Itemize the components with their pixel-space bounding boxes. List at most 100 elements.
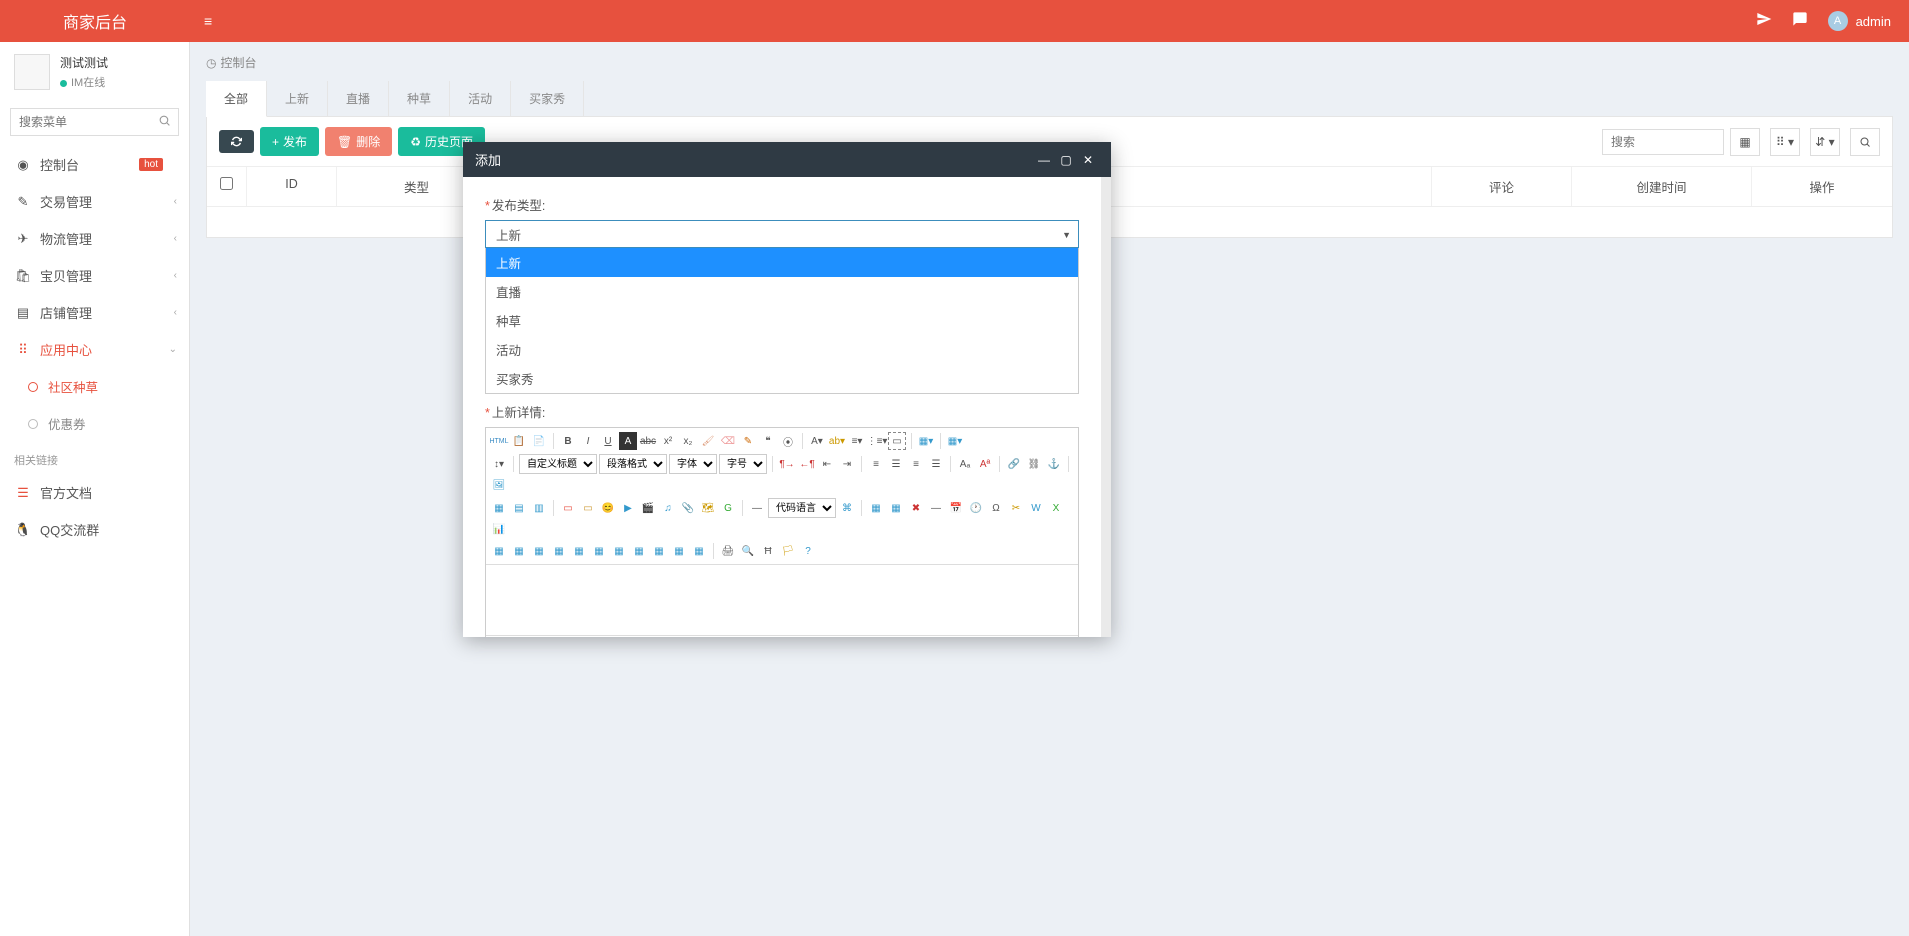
ed-unlink-icon[interactable]: ⛓	[1025, 455, 1043, 473]
tab-live[interactable]: 直播	[328, 81, 389, 116]
ed-center-icon[interactable]: ☰	[887, 455, 905, 473]
menu-coupon[interactable]: 优惠券	[0, 405, 189, 442]
ed-g5-icon[interactable]: ▭	[579, 499, 597, 517]
ed-word-icon[interactable]: W	[1027, 499, 1045, 517]
search-icon[interactable]	[158, 114, 171, 130]
ed-tb2-icon[interactable]: ▦	[510, 542, 528, 560]
ed-bold-icon[interactable]: B	[559, 432, 577, 450]
ed-aa2-icon[interactable]: Aª	[976, 455, 994, 473]
tab-grass[interactable]: 种草	[389, 81, 450, 116]
maximize-button[interactable]: ▢	[1055, 153, 1077, 167]
ed-tb10-icon[interactable]: ▦	[670, 542, 688, 560]
ed-omega-icon[interactable]: Ω	[987, 499, 1005, 517]
ed-fontsize-select[interactable]: 字号	[719, 454, 767, 474]
ed-font-select[interactable]: 字体	[669, 454, 717, 474]
menu-search-input[interactable]	[10, 108, 179, 136]
ed-paste-icon[interactable]: 📋	[510, 432, 528, 450]
select-display[interactable]: 上新	[485, 220, 1079, 248]
ed-help-icon[interactable]: 🏳	[779, 542, 797, 560]
ed-hr-icon[interactable]: —	[748, 499, 766, 517]
ed-anchor-icon[interactable]: ⚓	[1045, 455, 1063, 473]
ed-outdent-icon[interactable]: ⇤	[818, 455, 836, 473]
ed-right-icon[interactable]: ≡	[907, 455, 925, 473]
ed-super-icon[interactable]: x²	[659, 432, 677, 450]
ed-rtl-icon[interactable]: ←¶	[798, 455, 816, 473]
ed-preview-icon[interactable]: 🔍	[739, 542, 757, 560]
ed-img1-icon[interactable]: ▦▾	[917, 432, 935, 450]
delete-button[interactable]: 🗑删除	[325, 127, 392, 156]
ed-date-icon[interactable]: 📅	[947, 499, 965, 517]
ed-t1-icon[interactable]: ▦	[867, 499, 885, 517]
ed-tb9-icon[interactable]: ▦	[650, 542, 668, 560]
ed-tb6-icon[interactable]: ▦	[590, 542, 608, 560]
ed-custom-title-select[interactable]: 自定义标题	[519, 454, 597, 474]
ed-emoji-icon[interactable]: 😊	[599, 499, 617, 517]
table-search-input[interactable]	[1603, 130, 1723, 154]
ed-video-icon[interactable]: ▶	[619, 499, 637, 517]
ed-strike-icon[interactable]: abc	[639, 432, 657, 450]
ed-t2-icon[interactable]: ▦	[887, 499, 905, 517]
publish-type-select[interactable]: 上新 ▼ 上新 直播 种草 活动 买家秀	[485, 220, 1079, 248]
ed-link-icon[interactable]: 🔗	[1005, 455, 1023, 473]
user-menu[interactable]: A admin	[1828, 11, 1891, 31]
ed-select-icon[interactable]: ▭	[888, 432, 906, 450]
ed-tb4-icon[interactable]: ▦	[550, 542, 568, 560]
ed-film-icon[interactable]: 🎬	[639, 499, 657, 517]
send-icon[interactable]	[1756, 11, 1772, 32]
ed-justify-icon[interactable]: ☰	[927, 455, 945, 473]
ed-t3-icon[interactable]: ✖	[907, 499, 925, 517]
ed-html-icon[interactable]: HTML	[490, 432, 508, 450]
ed-t4-icon[interactable]: —	[927, 499, 945, 517]
option-grass[interactable]: 种草	[486, 306, 1078, 335]
option-activity[interactable]: 活动	[486, 335, 1078, 364]
menu-dashboard[interactable]: ◉ 控制台 hot	[0, 146, 189, 183]
ed-format-icon[interactable]: ✎	[739, 432, 757, 450]
editor-textarea[interactable]	[486, 565, 1078, 635]
menu-qq[interactable]: 🐧 QQ交流群	[0, 511, 189, 548]
ed-box-icon[interactable]: A	[619, 432, 637, 450]
tab-all[interactable]: 全部	[206, 81, 267, 117]
menu-doc[interactable]: ☰ 官方文档	[0, 474, 189, 511]
ed-para-format-select[interactable]: 段落格式	[599, 454, 667, 474]
ed-erase-icon[interactable]: ⌫	[719, 432, 737, 450]
ed-image-icon[interactable]: 🖼	[490, 476, 508, 494]
option-buyer[interactable]: 买家秀	[486, 364, 1078, 393]
ed-underline-icon[interactable]: U	[599, 432, 617, 450]
ed-fontcolor-icon[interactable]: A▾	[808, 432, 826, 450]
ed-sub-icon[interactable]: x₂	[679, 432, 697, 450]
ed-tb1-icon[interactable]: ▦	[490, 542, 508, 560]
search-button[interactable]	[1850, 128, 1880, 156]
ed-g3-icon[interactable]: ▥	[530, 499, 548, 517]
ed-g2-icon[interactable]: ▤	[510, 499, 528, 517]
ed-tb11-icon[interactable]: ▦	[690, 542, 708, 560]
menu-community[interactable]: 社区种草	[0, 368, 189, 405]
ed-time-icon[interactable]: 🕐	[967, 499, 985, 517]
chat-icon[interactable]	[1792, 11, 1808, 32]
ed-paste2-icon[interactable]: 📄	[530, 432, 548, 450]
ed-gmap-icon[interactable]: G	[719, 499, 737, 517]
export-button[interactable]: ⇵ ▾	[1810, 128, 1840, 156]
ed-img2-icon[interactable]: ▦▾	[946, 432, 964, 450]
ed-aa1-icon[interactable]: Aₐ	[956, 455, 974, 473]
view-grid-button[interactable]: ⠿ ▾	[1770, 128, 1800, 156]
ed-bgcolor-icon[interactable]: ab▾	[828, 432, 846, 450]
ed-tb3-icon[interactable]: ▦	[530, 542, 548, 560]
tab-buyer[interactable]: 买家秀	[511, 81, 584, 116]
menu-product[interactable]: 🛍 宝贝管理 ‹	[0, 257, 189, 294]
ed-find-icon[interactable]: Ħ	[759, 542, 777, 560]
menu-logistics[interactable]: ✈ 物流管理 ‹	[0, 220, 189, 257]
ed-about-icon[interactable]: ?	[799, 542, 817, 560]
ed-tb7-icon[interactable]: ▦	[610, 542, 628, 560]
menu-app-center[interactable]: ⠿ 应用中心 ⌄	[0, 331, 189, 368]
ed-snap-icon[interactable]: ✂	[1007, 499, 1025, 517]
ed-pre-icon[interactable]: ⌘	[838, 499, 856, 517]
ed-code-icon[interactable]: ⦿	[779, 432, 797, 450]
ed-code-lang-select[interactable]: 代码语言	[768, 498, 836, 518]
ed-ul-icon[interactable]: ⋮≡▾	[868, 432, 886, 450]
tab-activity[interactable]: 活动	[450, 81, 511, 116]
menu-shop[interactable]: ▤ 店铺管理 ‹	[0, 294, 189, 331]
ed-indent-icon[interactable]: ↕▾	[490, 455, 508, 473]
ed-tb5-icon[interactable]: ▦	[570, 542, 588, 560]
ed-chart-icon[interactable]: 📊	[490, 520, 508, 538]
option-new[interactable]: 上新	[486, 248, 1078, 277]
